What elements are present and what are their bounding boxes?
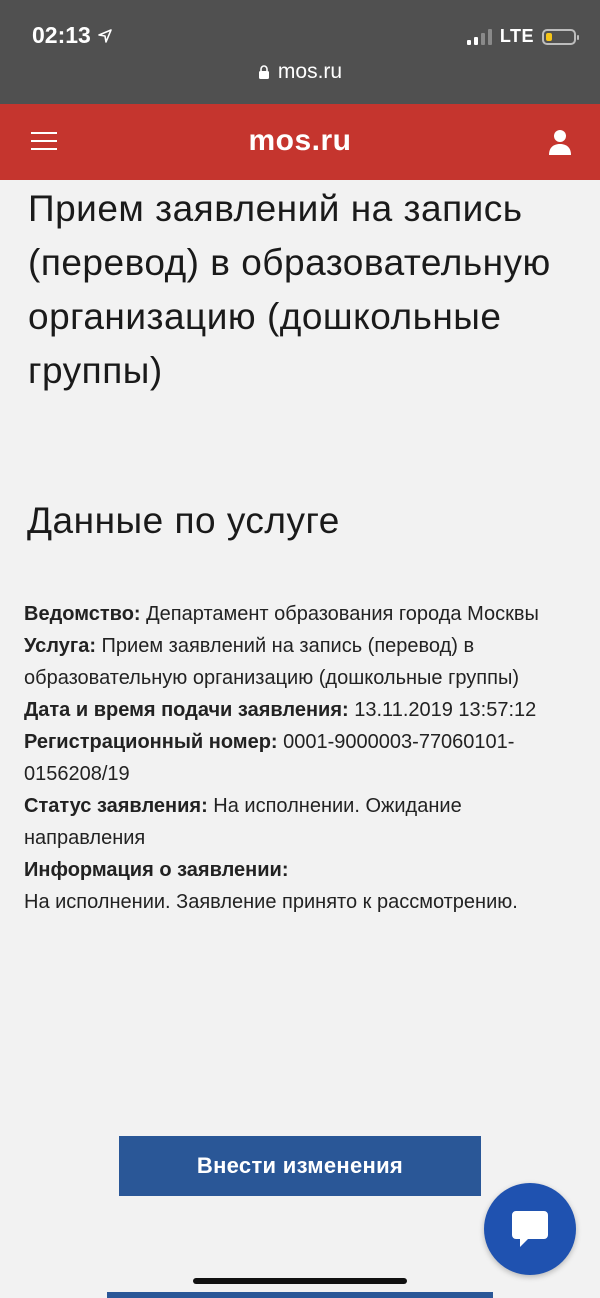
chat-button[interactable]	[484, 1183, 576, 1275]
info-label: Дата и время подачи заявления:	[24, 699, 349, 721]
network-label: LTE	[499, 26, 534, 46]
lock-icon	[258, 65, 269, 79]
info-row-status: Статус заявления: На исполнении. Ожидани…	[24, 790, 579, 854]
section-title: Данные по услуге	[27, 500, 340, 541]
home-indicator[interactable]	[193, 1278, 407, 1284]
info-row-details-label: Информация о заявлении:	[24, 854, 579, 886]
info-label: Информация о заявлении:	[24, 859, 289, 881]
site-logo[interactable]: mos.ru	[0, 124, 600, 158]
info-value: Прием заявлений на запись (перевод) в об…	[24, 635, 519, 689]
info-label: Статус заявления:	[24, 795, 208, 817]
url-bar[interactable]: mos.ru	[0, 60, 600, 84]
info-label: Ведомство:	[24, 603, 141, 625]
url-text: mos.ru	[277, 60, 343, 83]
user-icon[interactable]	[548, 128, 572, 156]
service-info: Ведомство: Департамент образования город…	[24, 598, 579, 918]
page-title: Прием заявлений на запись (перевод) в об…	[28, 188, 551, 391]
bottom-bar-edge	[107, 1292, 493, 1298]
edit-application-button[interactable]: Внести изменения	[119, 1136, 481, 1196]
info-row-date: Дата и время подачи заявления: 13.11.201…	[24, 694, 579, 726]
status-indicators: LTE	[466, 26, 579, 47]
info-value: На исполнении. Заявление принято к рассм…	[24, 891, 518, 913]
info-row-department: Ведомство: Департамент образования город…	[24, 598, 579, 630]
time-text: 02:13	[32, 22, 91, 48]
site-header: mos.ru	[0, 104, 600, 180]
location-arrow-icon	[98, 28, 112, 43]
info-label: Услуга:	[24, 635, 96, 657]
info-label: Регистрационный номер:	[24, 731, 278, 753]
info-value: 13.11.2019 13:57:12	[354, 699, 537, 721]
status-time: 02:13	[32, 22, 113, 49]
info-row-service: Услуга: Прием заявлений на запись (перев…	[24, 630, 579, 694]
info-row-reg-number: Регистрационный номер: 0001-9000003-7706…	[24, 726, 579, 790]
battery-icon	[542, 28, 579, 45]
status-bar: 02:13 LTE mos.ru	[0, 0, 600, 104]
chat-bubble-icon	[512, 1211, 548, 1247]
info-row-details-value: На исполнении. Заявление принято к рассм…	[24, 886, 579, 918]
signal-icon	[466, 28, 492, 45]
info-value: Департамент образования города Москвы	[146, 603, 539, 625]
